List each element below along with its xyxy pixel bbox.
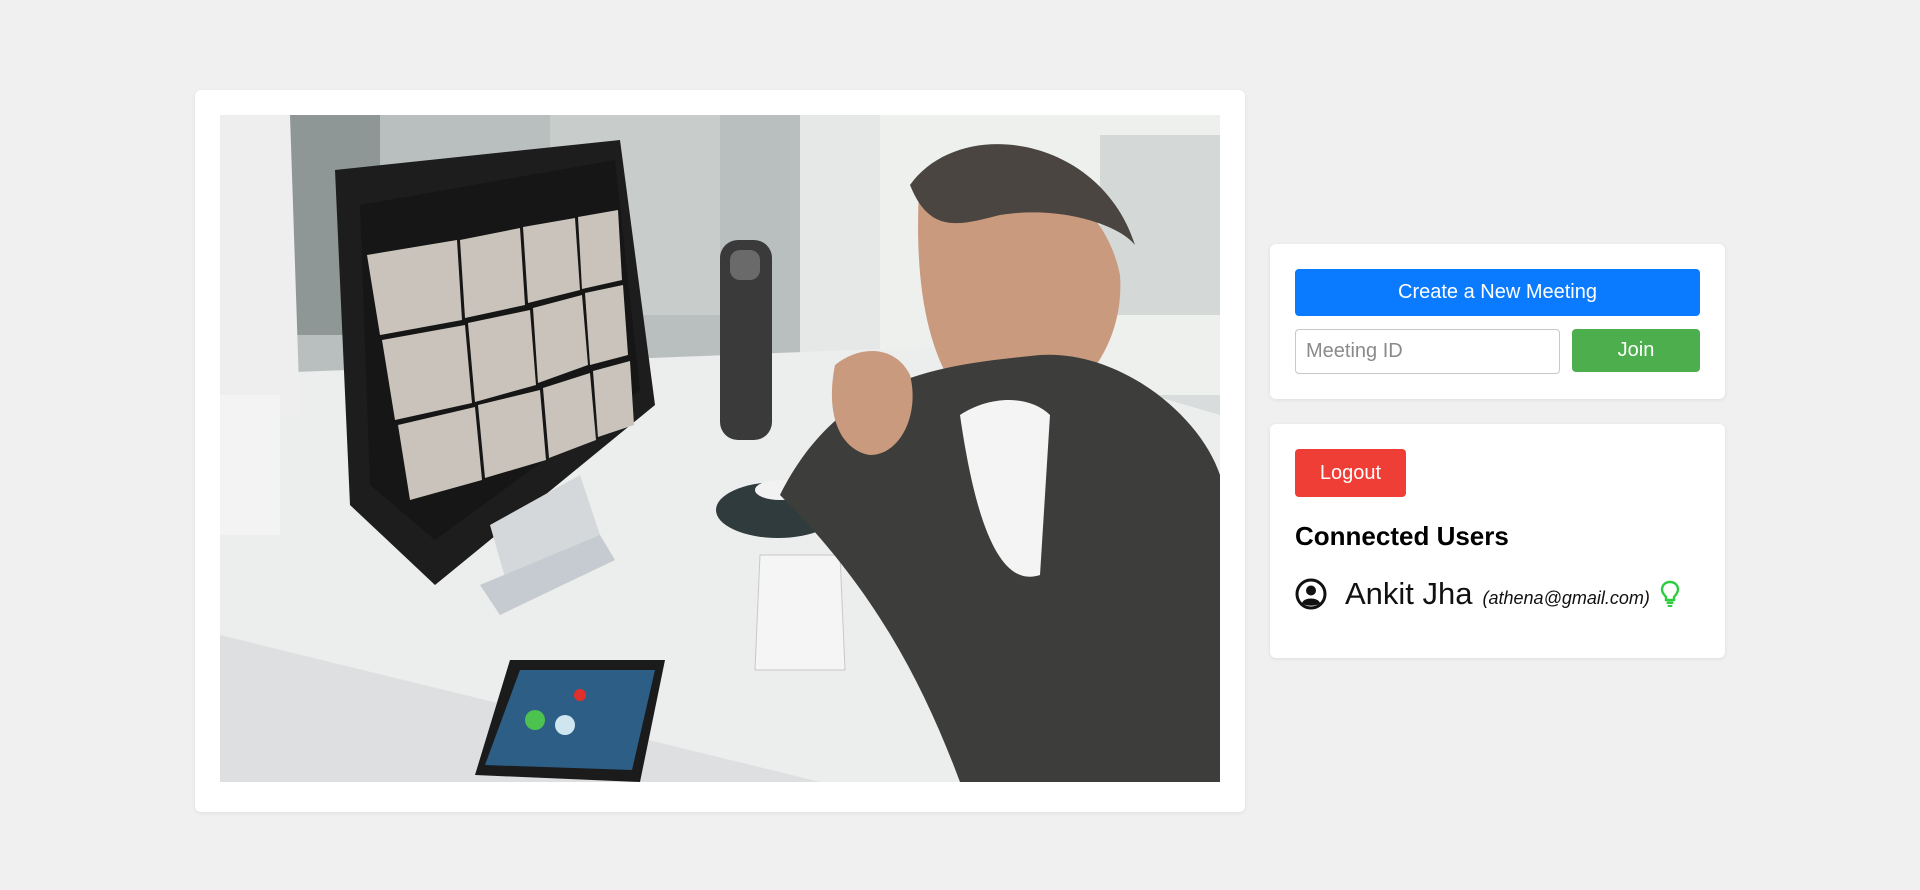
meeting-id-input[interactable] (1295, 329, 1560, 374)
app-root: Create a New Meeting Join Logout Connect… (0, 0, 1920, 890)
logout-button[interactable]: Logout (1295, 449, 1406, 497)
user-circle-icon (1295, 578, 1327, 610)
create-meeting-button[interactable]: Create a New Meeting (1295, 269, 1700, 316)
lightbulb-icon (1660, 580, 1680, 607)
connected-users-card: Logout Connected Users Ankit Jha (athena… (1270, 424, 1725, 658)
connected-users-title: Connected Users (1295, 521, 1509, 551)
user-name: Ankit Jha (1345, 576, 1473, 611)
hero-image (220, 115, 1220, 782)
user-list-item: Ankit Jha (athena@gmail.com) (1295, 574, 1680, 614)
join-button[interactable]: Join (1572, 329, 1700, 372)
video-conference-illustration (220, 115, 1220, 782)
user-email: (athena@gmail.com) (1482, 587, 1650, 608)
meeting-card: Create a New Meeting Join (1270, 244, 1725, 399)
hero-image-card (195, 90, 1245, 812)
